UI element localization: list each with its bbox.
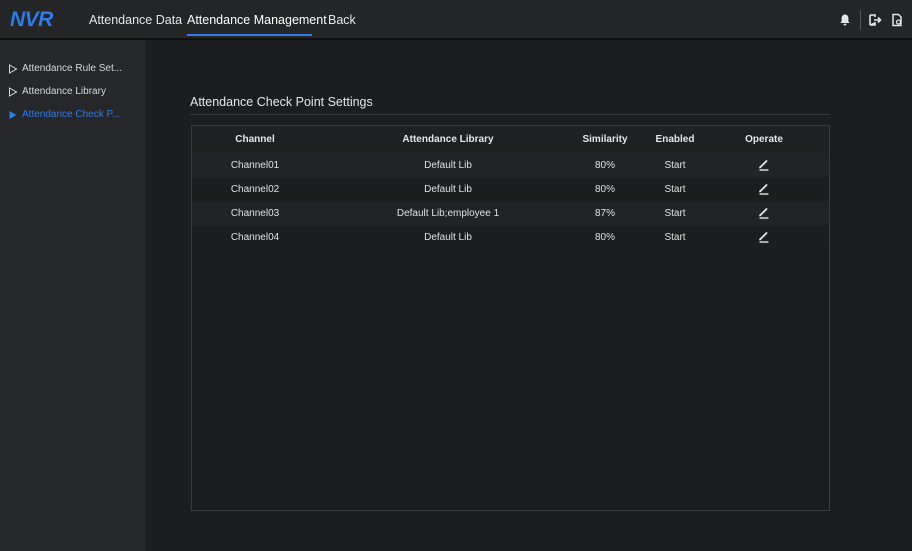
- table-row: Channel02 Default Lib 80% Start: [192, 177, 829, 201]
- column-header-channel: Channel: [235, 134, 275, 145]
- cell-enabled: Start: [664, 232, 686, 243]
- column-header-operate: Operate: [745, 134, 783, 145]
- topbar-divider: [860, 10, 861, 30]
- cell-similarity: 80%: [594, 184, 616, 195]
- triangle-right-filled-icon: [9, 110, 17, 119]
- nav-active-underline: [187, 34, 312, 36]
- page-title: Attendance Check Point Settings: [190, 95, 373, 109]
- cell-library: Default Lib: [424, 232, 472, 243]
- edit-icon[interactable]: [757, 182, 771, 196]
- sidebar-item-label: Attendance Library: [22, 86, 106, 97]
- document-icon[interactable]: [890, 13, 904, 27]
- table-header: Channel Attendance Library Similarity En…: [192, 126, 829, 153]
- sidebar-item-attendance-check-point[interactable]: Attendance Check P...: [8, 109, 120, 120]
- top-bar: NVR Attendance Data Attendance Managemen…: [0, 0, 912, 40]
- nav-back[interactable]: Back: [328, 13, 356, 27]
- logout-icon[interactable]: [868, 13, 882, 27]
- cell-similarity: 87%: [594, 208, 616, 219]
- cell-channel: Channel02: [230, 184, 280, 195]
- table-row: Channel03 Default Lib;employee 1 87% Sta…: [192, 201, 829, 225]
- cell-similarity: 80%: [594, 232, 616, 243]
- nvr-logo: NVR: [10, 8, 53, 31]
- cell-enabled: Start: [664, 184, 686, 195]
- nav-attendance-data[interactable]: Attendance Data: [89, 13, 182, 27]
- cell-similarity: 80%: [594, 160, 616, 171]
- bell-icon[interactable]: [838, 13, 852, 27]
- triangle-right-icon: [9, 63, 18, 74]
- cell-library: Default Lib: [424, 184, 472, 195]
- sidebar-item-attendance-rule-settings[interactable]: Attendance Rule Set...: [8, 63, 122, 74]
- sidebar-item-label: Attendance Check P...: [22, 109, 121, 120]
- column-header-attendance-library: Attendance Library: [402, 134, 494, 145]
- cell-channel: Channel03: [230, 208, 280, 219]
- cell-library: Default Lib: [424, 160, 472, 171]
- edit-icon[interactable]: [757, 230, 771, 244]
- title-divider: [190, 114, 830, 115]
- cell-enabled: Start: [664, 160, 686, 171]
- column-header-similarity: Similarity: [582, 134, 628, 145]
- cell-library: Default Lib;employee 1: [396, 208, 500, 219]
- cell-channel: Channel04: [230, 232, 280, 243]
- edit-icon[interactable]: [757, 206, 771, 220]
- sidebar-item-attendance-library[interactable]: Attendance Library: [8, 86, 106, 97]
- table-row: Channel01 Default Lib 80% Start: [192, 153, 829, 177]
- sidebar-item-label: Attendance Rule Set...: [22, 63, 123, 74]
- cell-enabled: Start: [664, 208, 686, 219]
- sidebar: Attendance Rule Set... Attendance Librar…: [0, 40, 146, 551]
- nav-attendance-management[interactable]: Attendance Management: [187, 13, 327, 27]
- table-row: Channel04 Default Lib 80% Start: [192, 225, 829, 249]
- column-header-enabled: Enabled: [655, 134, 695, 145]
- edit-icon[interactable]: [757, 158, 771, 172]
- cell-channel: Channel01: [230, 160, 280, 171]
- triangle-right-icon: [9, 86, 18, 97]
- checkpoint-table: Channel Attendance Library Similarity En…: [191, 125, 830, 511]
